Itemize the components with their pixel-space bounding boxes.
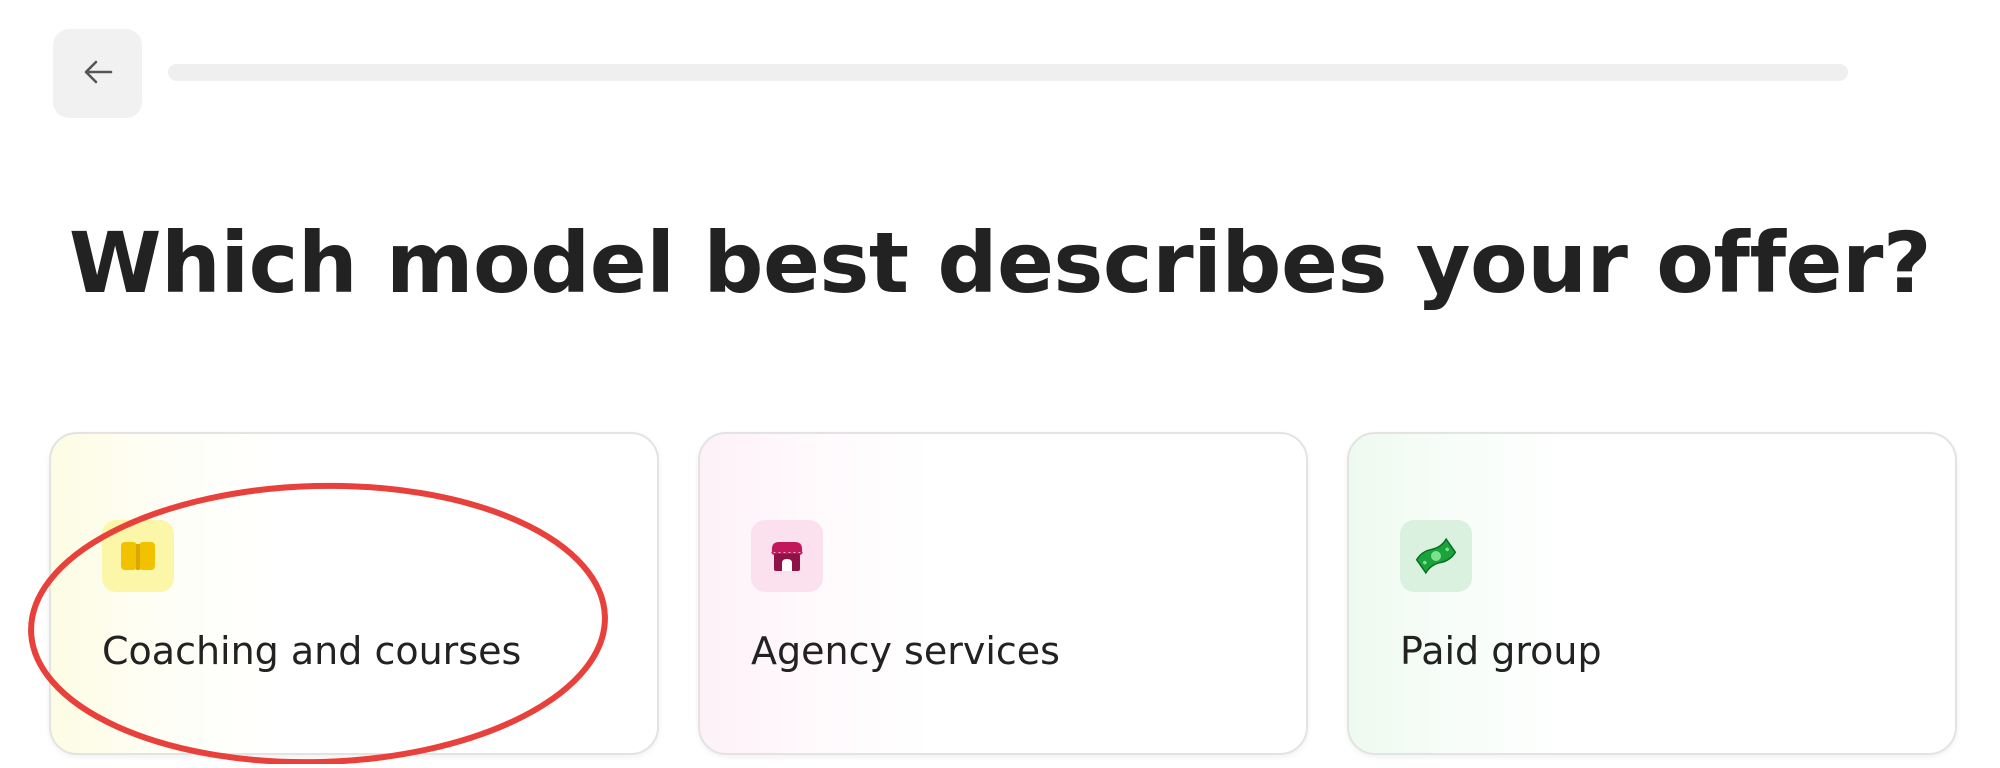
option-label: Coaching and courses xyxy=(102,629,522,673)
option-label: Agency services xyxy=(751,629,1060,673)
onboarding-page: Which model best describes your offer? C… xyxy=(0,0,2000,768)
back-button[interactable] xyxy=(53,29,142,118)
option-card-coaching-and-courses[interactable]: Coaching and courses xyxy=(49,432,659,755)
storefront-icon xyxy=(751,520,823,592)
option-label: Paid group xyxy=(1400,629,1602,673)
page-title: Which model best describes your offer? xyxy=(68,214,1932,312)
money-icon xyxy=(1400,520,1472,592)
option-card-paid-group[interactable]: Paid group xyxy=(1347,432,1957,755)
arrow-left-icon xyxy=(78,52,118,96)
book-icon xyxy=(102,520,174,592)
progress-bar xyxy=(168,64,1848,81)
option-card-agency-services[interactable]: Agency services xyxy=(698,432,1308,755)
